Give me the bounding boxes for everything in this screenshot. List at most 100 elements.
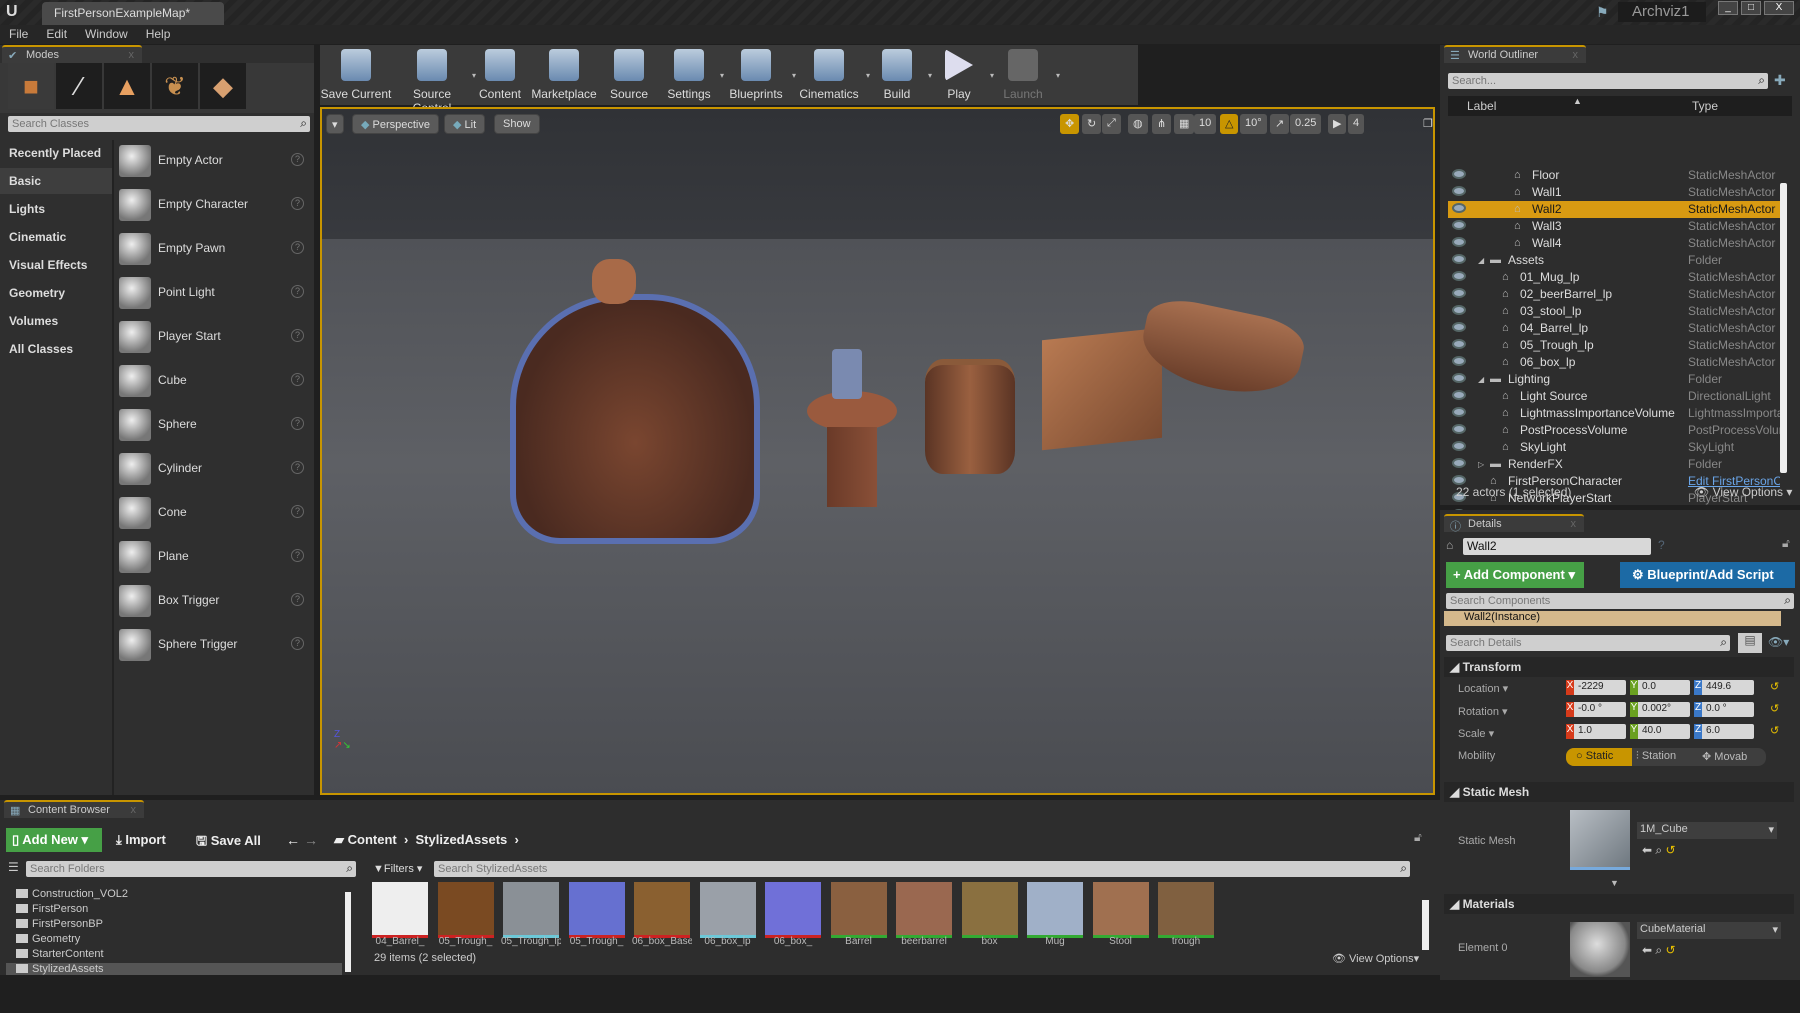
visibility-eye-icon[interactable]	[1452, 390, 1466, 400]
world-local-icon[interactable]: ◍	[1128, 114, 1148, 134]
visibility-eye-icon[interactable]	[1452, 339, 1466, 349]
toolbar-blueprints-button[interactable]: Blueprints ▾	[720, 45, 796, 105]
translate-tool-icon[interactable]: ✥	[1060, 114, 1080, 134]
level-viewport[interactable]: ▾ ◆ Perspective ◆ Lit Show ✥ ↻ ⤢ ◍ ⋔ ▦ 1…	[320, 107, 1435, 795]
toolbar-build-button[interactable]: Build ▾	[866, 45, 932, 105]
beer-barrel-model[interactable]	[510, 294, 760, 544]
camera-speed-value[interactable]: 4	[1348, 114, 1365, 134]
component-instance-row[interactable]: Wall2(Instance)	[1444, 611, 1781, 626]
help-icon[interactable]: ?	[291, 197, 304, 210]
visibility-eye-icon[interactable]	[1452, 475, 1466, 485]
outliner-row[interactable]: ⌂ 05_Trough_lp StaticMeshActor	[1448, 337, 1780, 354]
property-matrix-icon[interactable]: ▤	[1738, 633, 1762, 653]
expand-advanced-icon[interactable]: ▼	[1610, 878, 1619, 888]
view-options-button[interactable]: 👁 View Options ▾	[1694, 485, 1792, 499]
close-icon[interactable]: x	[131, 804, 137, 816]
toolbar-source-button[interactable]: Source	[600, 45, 658, 105]
lock-icon[interactable]: 🔓︎	[1414, 830, 1422, 845]
rotation-snap-icon[interactable]: △	[1220, 114, 1239, 134]
folder-stylizedassets[interactable]: StylizedAssets	[6, 963, 342, 975]
visibility-eye-icon[interactable]	[1452, 271, 1466, 281]
place-item-empty-character[interactable]: Empty Character?	[115, 185, 310, 225]
visibility-eye-icon[interactable]	[1452, 356, 1466, 366]
use-selected-icon[interactable]: ⬅ ⌕ ↺	[1642, 843, 1676, 858]
close-button[interactable]: X	[1764, 1, 1794, 15]
category-geometry[interactable]: Geometry	[0, 280, 112, 306]
lit-button[interactable]: ◆ Lit	[444, 114, 486, 134]
folder-geometry[interactable]: Geometry	[16, 933, 80, 945]
place-item-point-light[interactable]: Point Light?	[115, 273, 310, 313]
static-mesh-dropdown[interactable]: 1M_Cube ▾	[1637, 822, 1777, 839]
outliner-row[interactable]: ⌂ Wall2 StaticMeshActor	[1448, 201, 1780, 218]
outliner-scrollbar[interactable]	[1780, 183, 1787, 473]
visibility-eye-icon[interactable]	[1452, 220, 1466, 230]
outliner-row[interactable]: ⌂ 06_box_lp StaticMeshActor	[1448, 354, 1780, 371]
close-icon[interactable]: x	[1573, 49, 1579, 61]
menu-help[interactable]: Help	[137, 25, 180, 44]
paint-mode-button[interactable]: ⁄	[56, 63, 102, 109]
location-z-input[interactable]: 449.6	[1702, 680, 1754, 695]
outliner-row[interactable]: ⌂ 03_stool_lp StaticMeshActor	[1448, 303, 1780, 320]
grid-snap-value[interactable]: 10	[1194, 114, 1217, 134]
asset-thumbnail[interactable]	[372, 882, 428, 938]
scale-snap-icon[interactable]: ↗	[1270, 114, 1290, 134]
place-item-cube[interactable]: Cube?	[115, 361, 310, 401]
asset-thumbnail[interactable]	[437, 882, 494, 938]
material-use-selected-icon[interactable]: ⬅ ⌕ ↺	[1642, 943, 1676, 958]
toolbar-content-button[interactable]: Content	[472, 45, 528, 105]
folder-firstpersonbp[interactable]: FirstPersonBP	[16, 918, 103, 930]
toolbar-launch-button[interactable]: Launch ▾	[990, 45, 1060, 105]
asset-thumbnail[interactable]	[1027, 882, 1083, 938]
cb-view-options-button[interactable]: 👁 View Options▾	[1332, 952, 1419, 965]
outliner-row[interactable]: ⌂ Light Source DirectionalLight	[1448, 388, 1780, 405]
scale-z-input[interactable]: 6.0	[1702, 724, 1754, 739]
add-new-button[interactable]: ▯ Add New ▾	[6, 828, 102, 852]
place-item-sphere-trigger[interactable]: Sphere Trigger?	[115, 625, 310, 665]
outliner-row[interactable]: ⌂ PostProcessVolume PostProcessVolur	[1448, 422, 1780, 439]
scale-snap-value[interactable]: 0.25	[1290, 114, 1322, 134]
mobility-stationary[interactable]: ⫶ Station	[1632, 748, 1698, 766]
search-components-input[interactable]: Search Components ⌕	[1446, 593, 1794, 609]
asset-thumbnail[interactable]	[765, 882, 821, 938]
help-icon[interactable]: ?	[291, 593, 304, 606]
outliner-row[interactable]: ⌂ SkyLight SkyLight	[1448, 439, 1780, 456]
search-folders-input[interactable]: Search Folders ⌕	[26, 861, 356, 877]
outliner-row[interactable]: ⌂ 04_Barrel_lp StaticMeshActor	[1448, 320, 1780, 337]
toolbar-play-button[interactable]: Play ▾	[928, 45, 994, 105]
rotation-y-input[interactable]: 0.002°	[1638, 702, 1690, 717]
import-button[interactable]: ⤓ Import	[116, 832, 166, 848]
place-item-player-start[interactable]: Player Start?	[115, 317, 310, 357]
outliner-row[interactable]: ⌂ LightmassImportanceVolume LightmassImpor…	[1448, 405, 1780, 422]
place-item-cone[interactable]: Cone?	[115, 493, 310, 533]
help-icon[interactable]: ?	[1658, 538, 1665, 552]
toolbar-marketplace-button[interactable]: Marketplace	[528, 45, 600, 105]
tab-details[interactable]: ⓘ Details x	[1444, 514, 1584, 533]
scale-label[interactable]: Scale ▾	[1458, 727, 1494, 740]
help-icon[interactable]: ?	[291, 461, 304, 474]
asset-thumbnail[interactable]	[1092, 882, 1149, 938]
expand-arrow-icon[interactable]: ◢	[1478, 375, 1490, 387]
breadcrumb-stylizedassets[interactable]: StylizedAssets	[416, 832, 508, 847]
rotation-x-input[interactable]: -0.0 °	[1574, 702, 1626, 717]
place-item-empty-pawn[interactable]: Empty Pawn?	[115, 229, 310, 269]
perspective-button[interactable]: ◆ Perspective	[352, 114, 439, 134]
mug-model[interactable]	[832, 349, 862, 399]
help-icon[interactable]: ?	[291, 505, 304, 518]
toolbar-cinematics-button[interactable]: Cinematics ▾	[792, 45, 870, 105]
folder-scrollbar[interactable]	[345, 892, 351, 972]
category-volumes[interactable]: Volumes	[0, 308, 112, 334]
search-assets-input[interactable]: Search StylizedAssets ⌕	[434, 861, 1410, 877]
asset-thumbnail[interactable]	[1158, 882, 1214, 938]
material-dropdown[interactable]: CubeMaterial ▾	[1637, 922, 1781, 939]
folder-firstperson[interactable]: FirstPerson	[16, 903, 88, 915]
outliner-row[interactable]: ⌂ 01_Mug_lp StaticMeshActor	[1448, 269, 1780, 286]
reset-to-default-icon[interactable]: ↺	[1770, 702, 1779, 715]
outliner-row[interactable]: ▷ ▬ RenderFX Folder	[1448, 456, 1780, 473]
visibility-eye-icon[interactable]	[1452, 441, 1466, 451]
menu-edit[interactable]: Edit	[37, 25, 76, 44]
back-icon[interactable]: ←	[286, 832, 300, 848]
scale-y-input[interactable]: 40.0	[1638, 724, 1690, 739]
visibility-eye-icon[interactable]	[1452, 203, 1466, 213]
materials-section[interactable]: ◢ Materials	[1444, 894, 1794, 914]
rotation-snap-value[interactable]: 10°	[1240, 114, 1267, 134]
